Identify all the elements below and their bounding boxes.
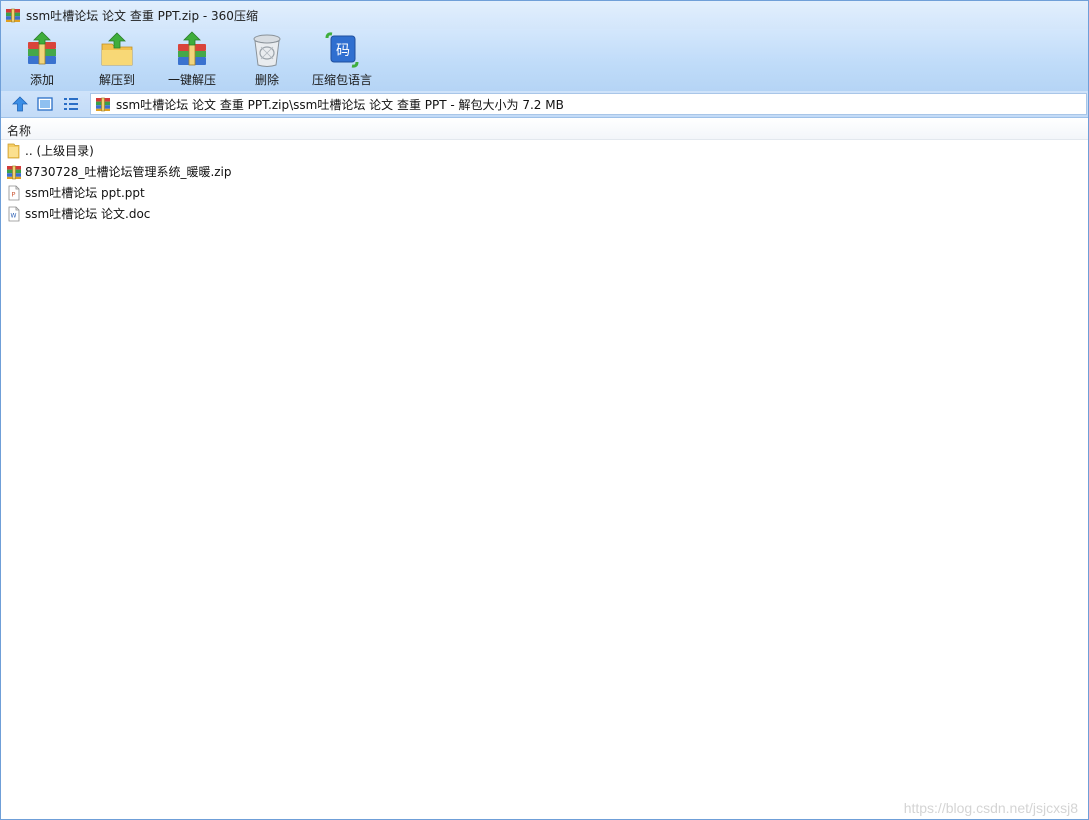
app-window: ssm吐槽论坛 论文 查重 PPT.zip - 360压缩 添加 解压到 一键解… — [0, 0, 1089, 820]
thumbnail-view-icon[interactable] — [36, 95, 54, 113]
title-bar: ssm吐槽论坛 论文 查重 PPT.zip - 360压缩 — [1, 1, 1088, 29]
one-click-extract-button[interactable]: 一键解压 — [161, 29, 223, 91]
list-item-name: ssm吐槽论坛 ppt.ppt — [25, 186, 145, 200]
column-header-name-label: 名称 — [7, 124, 32, 138]
folder-icon — [7, 143, 20, 158]
list-item-doc[interactable]: W ssm吐槽论坛 论文.doc — [1, 203, 401, 224]
zip-archive-icon — [7, 165, 21, 179]
archive-language-button-label: 压缩包语言 — [311, 73, 372, 87]
one-click-extract-button-label: 一键解压 — [167, 73, 216, 87]
archive-icon — [6, 8, 20, 23]
delete-button[interactable]: 删除 — [243, 29, 291, 91]
archive-language-button[interactable]: 码 压缩包语言 — [309, 29, 375, 91]
extract-to-folder-icon — [101, 32, 133, 66]
list-item-zip[interactable]: 8730728_吐槽论坛管理系统_暖暖.zip — [1, 161, 401, 182]
delete-trash-icon — [253, 34, 281, 67]
extract-to-button[interactable]: 解压到 — [92, 29, 142, 91]
extract-to-button-label: 解压到 — [98, 73, 135, 87]
list-item-parent-directory[interactable]: .. (上级目录) — [1, 140, 401, 161]
list-item-ppt[interactable]: P ssm吐槽论坛 ppt.ppt — [1, 182, 401, 203]
list-item-name: 8730728_吐槽论坛管理系统_暖暖.zip — [25, 165, 232, 179]
add-archive-icon — [28, 31, 56, 65]
archive-language-glyph: 码 — [336, 43, 350, 59]
archive-language-icon: 码 — [325, 32, 359, 68]
add-button[interactable]: 添加 — [17, 29, 67, 91]
ppt-file-icon: P — [8, 185, 20, 200]
column-header-name[interactable]: 名称 — [1, 118, 1088, 140]
delete-button-label: 删除 — [254, 73, 279, 87]
list-view-icon[interactable] — [62, 95, 80, 113]
watermark: https://blog.csdn.net/jsjcxsj8 — [903, 800, 1078, 816]
list-item-name: .. (上级目录) — [25, 144, 94, 158]
file-list: 名称 .. (上级目录) 8730728_吐槽论坛管理系统_暖暖.zip P s… — [1, 118, 1088, 819]
address-path: ssm吐槽论坛 论文 查重 PPT.zip\ssm吐槽论坛 论文 查重 PPT … — [116, 97, 564, 112]
navigation-bar: ssm吐槽论坛 论文 查重 PPT.zip\ssm吐槽论坛 论文 查重 PPT … — [1, 91, 1088, 118]
toolbar: 添加 解压到 一键解压 删除 码 压缩包语言 — [1, 29, 1088, 91]
add-button-label: 添加 — [29, 73, 54, 87]
doc-file-icon: W — [8, 206, 20, 221]
svg-text:W: W — [11, 212, 17, 219]
window-title: ssm吐槽论坛 论文 查重 PPT.zip - 360压缩 — [26, 8, 258, 23]
svg-text:P: P — [12, 190, 16, 198]
up-arrow-icon[interactable] — [11, 95, 29, 113]
address-archive-icon — [96, 97, 110, 112]
address-bar[interactable]: ssm吐槽论坛 论文 查重 PPT.zip\ssm吐槽论坛 论文 查重 PPT … — [90, 93, 1087, 115]
one-click-extract-icon — [178, 31, 206, 66]
list-item-name: ssm吐槽论坛 论文.doc — [25, 207, 151, 221]
